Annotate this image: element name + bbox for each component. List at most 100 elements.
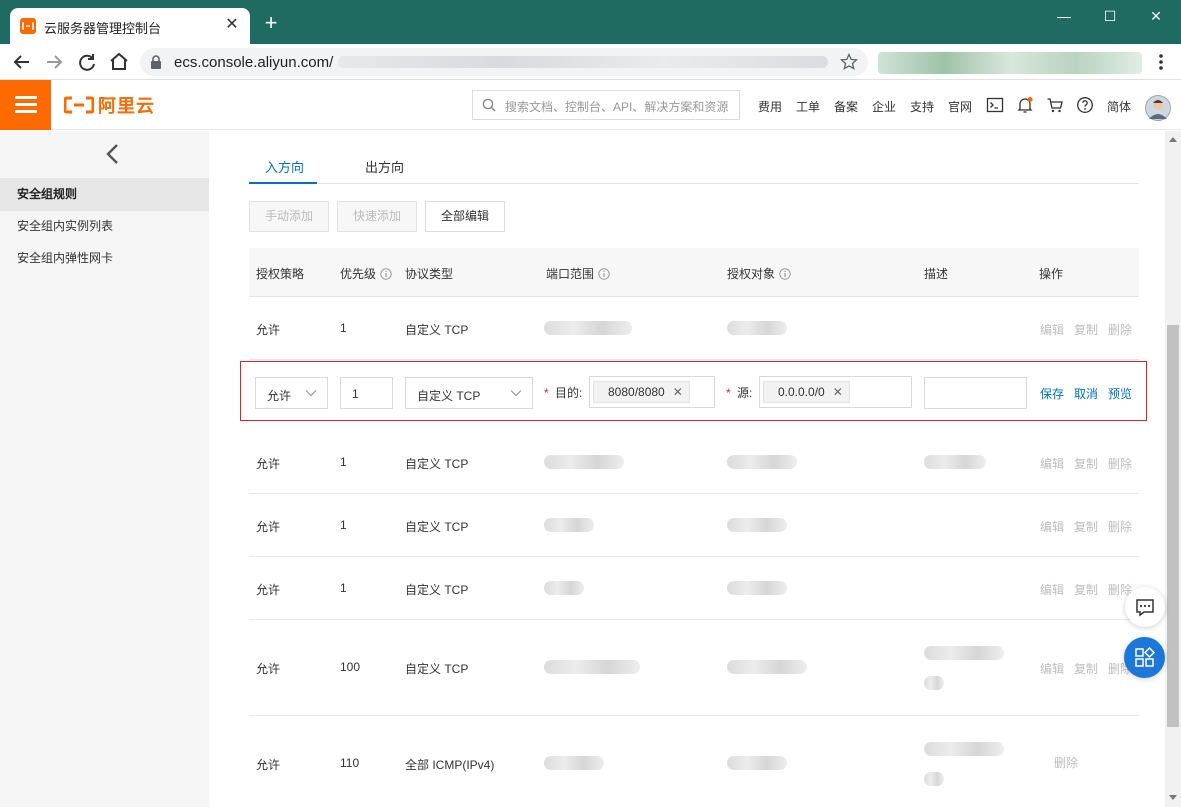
policy-select[interactable]: 允许 <box>255 377 328 409</box>
sidebar-item-rules[interactable]: 安全组规则 <box>0 178 209 211</box>
quick-add-button[interactable]: 快速添加 <box>337 201 417 232</box>
col-priority: 优先级 <box>340 265 392 282</box>
vertical-scrollbar[interactable] <box>1165 131 1181 807</box>
manual-add-button[interactable]: 手动添加 <box>249 201 329 232</box>
cell-priority: 1 <box>340 518 347 532</box>
global-search-input[interactable]: 搜索文档、控制台、API、解决方案和资源 <box>472 90 740 120</box>
language-switch[interactable]: 简体 <box>1107 98 1131 115</box>
main-content: 入方向 出方向 手动添加 快速添加 全部编辑 授权策略 优先级 协议类型 端口范… <box>209 131 1165 807</box>
help-icon[interactable] <box>1076 96 1094 114</box>
delete-link[interactable]: 删除 <box>1108 321 1132 338</box>
cell-port-redacted <box>544 581 584 595</box>
reload-icon[interactable] <box>75 50 99 74</box>
info-icon[interactable] <box>779 267 791 280</box>
browser-menu-icon[interactable] <box>1151 52 1171 72</box>
apps-float-button[interactable] <box>1124 637 1165 678</box>
home-icon[interactable] <box>107 50 131 74</box>
shopping-cart-icon[interactable] <box>1046 96 1064 114</box>
cell-port-redacted <box>544 455 624 469</box>
tab-inbound[interactable]: 入方向 <box>265 157 304 176</box>
aliyun-logo[interactable]: 阿里云 <box>64 94 155 116</box>
priority-input[interactable]: 1 <box>340 377 393 409</box>
description-input[interactable] <box>924 377 1027 409</box>
sidebar-item-enis[interactable]: 安全组内弹性网卡 <box>0 242 209 275</box>
copy-link[interactable]: 复制 <box>1074 660 1098 677</box>
minimize-icon[interactable]: — <box>1054 6 1074 26</box>
table-row: 允许 1 自定义 TCP 编辑 复制 删除 <box>249 557 1139 620</box>
cell-target-redacted <box>727 756 787 770</box>
console-topbar: 阿里云 搜索文档、控制台、API、解决方案和资源 费用 工单 备案 企业 支持 … <box>0 80 1181 130</box>
remove-tag-icon[interactable]: ✕ <box>833 382 843 402</box>
edit-link[interactable]: 编辑 <box>1040 660 1064 677</box>
chevron-down-icon <box>305 390 317 397</box>
cell-priority: 1 <box>340 321 347 335</box>
browser-tab[interactable]: 云服务器管理控制台 ✕ <box>10 8 250 44</box>
forward-arrow-icon[interactable] <box>42 50 66 74</box>
topnav-ticket[interactable]: 工单 <box>796 98 820 115</box>
save-button[interactable]: 保存 <box>1040 385 1064 402</box>
maximize-icon[interactable]: ☐ <box>1100 6 1120 26</box>
delete-link[interactable]: 删除 <box>1054 754 1078 771</box>
delete-link[interactable]: 删除 <box>1108 455 1132 472</box>
cell-protocol: 自定义 TCP <box>405 323 469 337</box>
sidebar-item-instances[interactable]: 安全组内实例列表 <box>0 210 209 243</box>
info-icon[interactable] <box>380 267 392 280</box>
dest-port-input[interactable]: 8080/8080 ✕ <box>589 376 715 408</box>
bookmark-star-icon[interactable] <box>840 53 858 71</box>
tab-outbound[interactable]: 出方向 <box>365 157 404 176</box>
table-row: 允许 1 自定义 TCP 编辑 复制 删除 <box>249 431 1139 494</box>
menu-hamburger-icon[interactable] <box>0 80 51 130</box>
window-close-icon[interactable]: ✕ <box>1146 6 1166 26</box>
protocol-select[interactable]: 自定义 TCP <box>405 377 533 409</box>
dest-port-label-text: 目的 <box>555 386 580 400</box>
copy-link[interactable]: 复制 <box>1074 518 1098 535</box>
url-text: ecs.console.aliyun.com/ <box>174 54 334 71</box>
delete-link[interactable]: 删除 <box>1108 518 1132 535</box>
scroll-up-arrow-icon[interactable] <box>1169 137 1177 142</box>
cell-policy: 允许 <box>256 520 281 534</box>
table-header: 授权策略 优先级 协议类型 端口范围 授权对象 描述 操作 <box>249 248 1139 297</box>
cell-port-redacted <box>544 518 594 532</box>
edit-link[interactable]: 编辑 <box>1040 321 1064 338</box>
source-input[interactable]: 0.0.0.0/0 ✕ <box>759 376 912 408</box>
omnibox[interactable]: ecs.console.aliyun.com/ <box>140 48 868 76</box>
scroll-down-arrow-icon[interactable] <box>1169 795 1177 800</box>
copy-link[interactable]: 复制 <box>1074 321 1098 338</box>
sidebar-back-chevron-icon[interactable] <box>104 143 122 165</box>
user-avatar[interactable] <box>1145 95 1171 121</box>
cell-policy: 允许 <box>256 662 281 676</box>
edit-all-button[interactable]: 全部编辑 <box>425 201 505 232</box>
cancel-button[interactable]: 取消 <box>1074 385 1098 402</box>
terminal-icon[interactable] <box>986 96 1004 114</box>
col-actions-label: 操作 <box>1039 267 1064 281</box>
protocol-select-value: 自定义 TCP <box>417 389 481 403</box>
topnav-billing[interactable]: 费用 <box>758 98 782 115</box>
topnav-support[interactable]: 支持 <box>910 98 934 115</box>
aliyun-favicon-icon <box>20 18 36 34</box>
col-port: 端口范围 <box>546 265 610 282</box>
new-tab-icon[interactable]: + <box>260 12 282 34</box>
info-icon[interactable] <box>598 267 610 280</box>
cell-priority: 100 <box>340 660 361 674</box>
cell-policy: 允许 <box>256 758 281 772</box>
dest-port-tag-text: 8080/8080 <box>608 385 665 399</box>
preview-button[interactable]: 预览 <box>1108 385 1132 402</box>
copy-link[interactable]: 复制 <box>1074 455 1098 472</box>
remove-tag-icon[interactable]: ✕ <box>673 382 683 402</box>
edit-link[interactable]: 编辑 <box>1040 455 1064 472</box>
required-asterisk: * <box>726 386 731 400</box>
priority-input-value: 1 <box>352 387 359 401</box>
cell-description-redacted <box>924 676 944 690</box>
topnav-filing[interactable]: 备案 <box>834 98 858 115</box>
edit-link[interactable]: 编辑 <box>1040 518 1064 535</box>
topnav-website[interactable]: 官网 <box>948 98 972 115</box>
back-arrow-icon[interactable] <box>10 50 34 74</box>
edit-link[interactable]: 编辑 <box>1040 581 1064 598</box>
topnav-enterprise[interactable]: 企业 <box>872 98 896 115</box>
copy-link[interactable]: 复制 <box>1074 581 1098 598</box>
tab-close-icon[interactable]: ✕ <box>222 15 242 35</box>
chat-float-button[interactable] <box>1125 587 1165 627</box>
scroll-thumb[interactable] <box>1167 325 1179 727</box>
notification-bell-icon[interactable] <box>1016 96 1034 114</box>
cell-description-redacted <box>924 772 944 786</box>
